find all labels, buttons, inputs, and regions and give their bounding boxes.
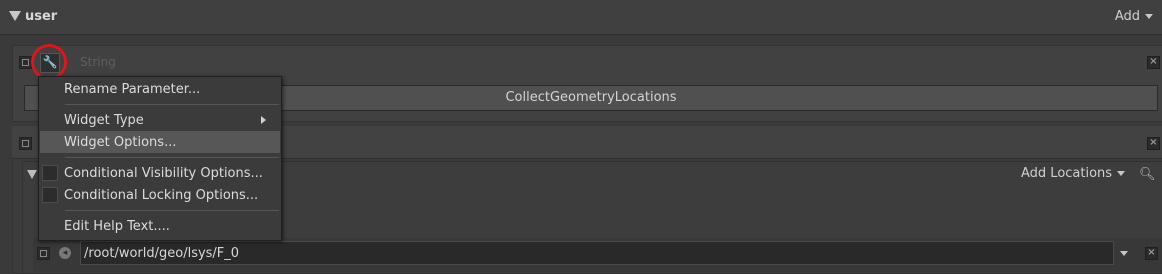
parameter-type-label: String	[80, 55, 116, 69]
menu-separator	[65, 210, 279, 211]
submenu-arrow-icon	[261, 116, 266, 124]
context-menu: Rename Parameter... Widget Type Widget O…	[38, 76, 282, 241]
close-icon[interactable]: ×	[1145, 247, 1158, 260]
add-locations-button[interactable]: Add Locations	[1021, 166, 1126, 181]
search-icon[interactable]: 🔍︎	[1139, 167, 1156, 182]
collapse-arrow-icon[interactable]	[9, 11, 21, 21]
visibility-checkbox[interactable]	[42, 165, 58, 181]
chevron-down-icon	[1117, 171, 1126, 176]
close-icon[interactable]: ×	[1147, 56, 1160, 69]
menu-item-conditional-visibility[interactable]: Conditional Visibility Options...	[64, 166, 263, 181]
close-icon[interactable]: ×	[1147, 137, 1160, 150]
menu-item-widget-options[interactable]: Widget Options...	[64, 135, 176, 150]
add-button[interactable]: Add	[1115, 9, 1153, 24]
locking-checkbox[interactable]	[42, 187, 58, 203]
location-type-icon[interactable]: ◂	[59, 247, 71, 259]
menu-separator	[65, 157, 279, 158]
menu-separator	[65, 104, 279, 105]
collapse-arrow-icon[interactable]	[27, 170, 37, 179]
menu-item-rename-parameter[interactable]: Rename Parameter...	[64, 82, 200, 97]
user-group-header: user Add	[0, 0, 1162, 35]
drag-handle-icon[interactable]	[37, 247, 50, 260]
location-path-input[interactable]: /root/world/geo/lsys/F_0	[80, 241, 1114, 265]
highlight-circle	[31, 44, 67, 80]
chevron-down-icon	[1145, 14, 1153, 19]
menu-item-edit-help-text[interactable]: Edit Help Text....	[64, 219, 170, 234]
chevron-down-icon[interactable]	[1120, 251, 1128, 256]
group-title: user	[25, 9, 58, 24]
menu-item-widget-type[interactable]: Widget Type	[64, 113, 144, 128]
menu-item-conditional-locking[interactable]: Conditional Locking Options...	[64, 188, 258, 203]
drag-handle-icon[interactable]	[19, 137, 32, 150]
